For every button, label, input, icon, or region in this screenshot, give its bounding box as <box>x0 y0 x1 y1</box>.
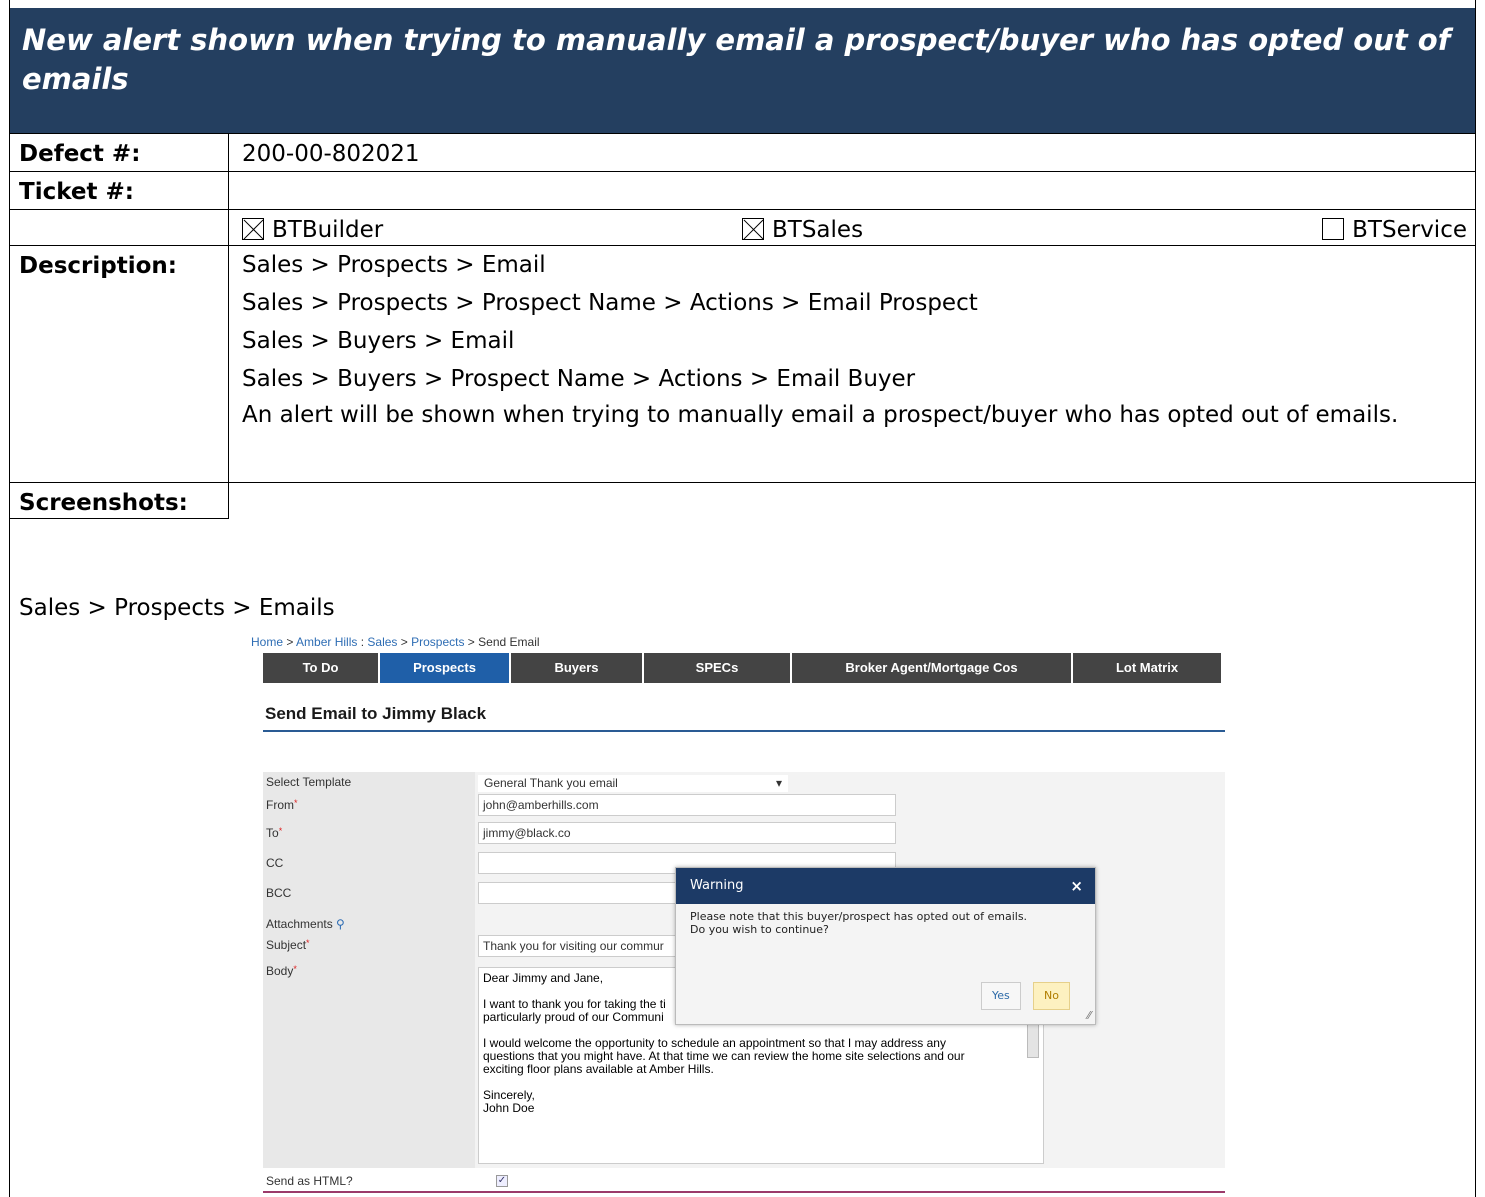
from-input[interactable]: john@amberhills.com <box>478 794 896 816</box>
description-line: An alert will be shown when trying to ma… <box>242 402 1399 428</box>
description-line: Sales > Prospects > Prospect Name > Acti… <box>242 290 978 316</box>
ticket-value <box>230 172 1475 209</box>
page-title: Send Email to Jimmy Black <box>265 704 487 723</box>
breadcrumb-community[interactable]: Amber Hills <box>296 635 357 649</box>
defect-row: Defect #: 200-00-802021 <box>10 133 1475 171</box>
magnifier-icon[interactable]: ⚲ <box>336 917 345 931</box>
no-button[interactable]: No <box>1033 982 1070 1010</box>
defect-value: 200-00-802021 <box>242 141 420 167</box>
breadcrumb-prospects[interactable]: Prospects <box>411 635 464 649</box>
template-select[interactable]: General Thank you email ▾ <box>478 775 788 792</box>
breadcrumb-sales[interactable]: Sales <box>367 635 397 649</box>
tab-todo[interactable]: To Do <box>263 653 380 683</box>
description-line: Sales > Buyers > Email <box>242 328 515 354</box>
description-line: Sales > Prospects > Email <box>242 252 546 278</box>
tab-broker-agent[interactable]: Broker Agent/Mortgage Cos <box>792 653 1073 683</box>
bottom-divider <box>263 1191 1225 1193</box>
dialog-message: Please note that this buyer/prospect has… <box>690 910 1028 936</box>
product-btsales[interactable]: BTSales <box>742 217 863 243</box>
ticket-label: Ticket #: <box>10 172 229 209</box>
checked-box-icon <box>742 218 764 240</box>
description-label: Description: <box>10 246 229 482</box>
breadcrumb-home[interactable]: Home <box>251 635 283 649</box>
checked-box-icon <box>242 218 264 240</box>
cc-label: CC <box>266 856 284 870</box>
from-label: From* <box>266 798 298 812</box>
chevron-down-icon: ▾ <box>775 776 782 790</box>
breadcrumb-current: Send Email <box>478 635 540 649</box>
screenshots-row: Screenshots: <box>10 482 1475 519</box>
attachments-label: Attachments ⚲ <box>266 917 345 931</box>
dialog-title: Warning <box>690 878 744 893</box>
tab-buyers[interactable]: Buyers <box>511 653 644 683</box>
description-row: Description: Sales > Prospects > Email S… <box>10 245 1475 482</box>
title-divider <box>263 730 1225 732</box>
warning-dialog: Warning × Please note that this buyer/pr… <box>675 867 1096 1025</box>
embedded-screenshot: Home > Amber Hills : Sales > Prospects >… <box>251 635 1226 1197</box>
ticket-row: Ticket #: <box>10 171 1475 209</box>
tab-bar: To Do Prospects Buyers SPECs Broker Agen… <box>263 653 1223 683</box>
close-icon[interactable]: × <box>1070 868 1083 904</box>
description-line: Sales > Buyers > Prospect Name > Actions… <box>242 366 916 392</box>
product-btservice[interactable]: BTService <box>1322 217 1467 243</box>
screenshots-label: Screenshots: <box>10 483 229 519</box>
html-label: Send as HTML? <box>266 1174 353 1188</box>
send-html-checkbox[interactable]: ✓ <box>496 1175 508 1187</box>
section-title: New alert shown when trying to manually … <box>10 8 1475 133</box>
defect-label: Defect #: <box>10 134 229 171</box>
tab-prospects[interactable]: Prospects <box>380 653 511 683</box>
tab-lot-matrix[interactable]: Lot Matrix <box>1073 653 1223 683</box>
resize-handle-icon[interactable]: ⁄⁄ <box>1087 1009 1091 1022</box>
subject-label: Subject* <box>266 938 310 952</box>
body-label: Body* <box>266 964 297 978</box>
product-btbuilder[interactable]: BTBuilder <box>242 217 383 243</box>
screenshot-caption: Sales > Prospects > Emails <box>19 595 335 621</box>
unchecked-box-icon <box>1322 218 1345 240</box>
template-label: Select Template <box>266 775 352 789</box>
to-label: To* <box>266 826 283 840</box>
breadcrumb: Home > Amber Hills : Sales > Prospects >… <box>251 635 540 649</box>
tab-specs[interactable]: SPECs <box>644 653 792 683</box>
description-value: Sales > Prospects > Email Sales > Prospe… <box>230 246 1475 482</box>
to-input[interactable]: jimmy@black.co <box>478 822 896 844</box>
bcc-label: BCC <box>266 886 292 900</box>
dialog-header: Warning × <box>676 868 1095 904</box>
subject-input[interactable]: Thank you for visiting our commur <box>478 935 678 957</box>
yes-button[interactable]: Yes <box>981 982 1021 1010</box>
products-value: BTBuilder BTSales BTService <box>230 210 1475 246</box>
